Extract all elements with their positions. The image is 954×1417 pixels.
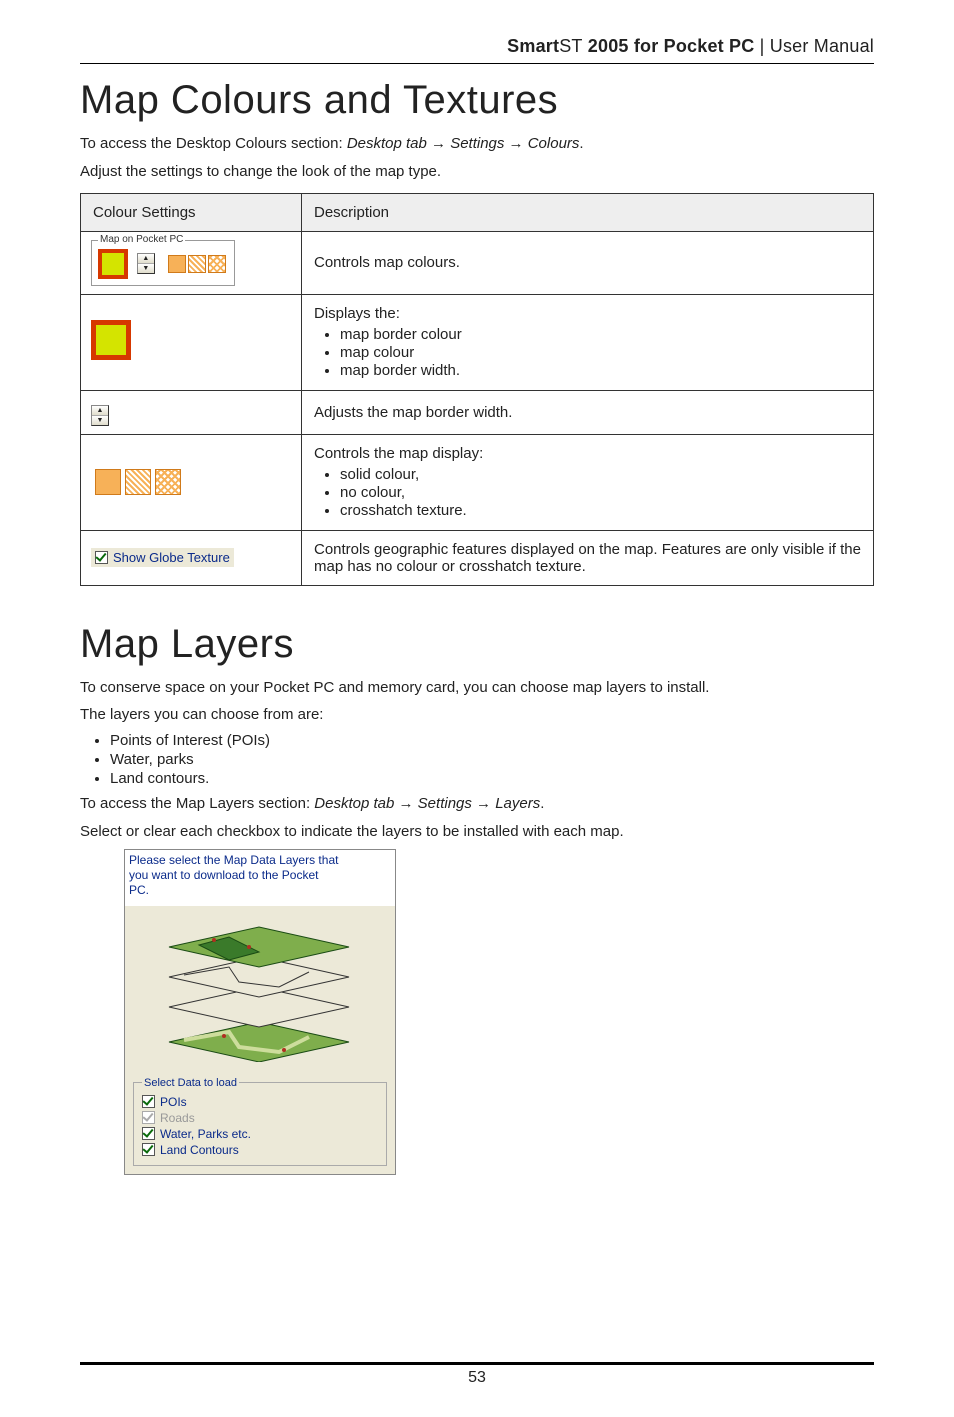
intro-prefix: To access the <box>80 135 176 152</box>
header-sep: | <box>754 36 769 56</box>
access-prefix: To access the <box>80 795 176 812</box>
row4-line: Controls the map display: <box>314 445 483 462</box>
product-name: 2005 for Pocket PC <box>583 36 755 56</box>
row3-desc: Adjusts the map border width. <box>302 390 874 434</box>
layers-b2: Water, parks <box>110 751 874 768</box>
colour-swatch-icon[interactable] <box>91 320 131 360</box>
running-header: SmartST 2005 for Pocket PC | User Manual <box>80 36 874 64</box>
table-row: Show Globe Texture Controls geographic f… <box>81 530 874 585</box>
row2-b2: map colour <box>340 344 861 361</box>
layers-p1: To conserve space on your Pocket PC and … <box>80 677 874 699</box>
opt-label: Land Contours <box>160 1143 239 1157</box>
page-footer: 53 <box>80 1362 874 1387</box>
layers-access: To access the Map Layers section: Deskto… <box>80 793 874 815</box>
opt-label: POIs <box>160 1095 187 1109</box>
heading-map-colours: Map Colours and Textures <box>80 78 874 123</box>
access-mid: section: <box>254 795 314 812</box>
row2-b1: map border colour <box>340 326 861 343</box>
pattern-solid-icon[interactable] <box>95 469 121 495</box>
opt-roads: Roads <box>142 1111 378 1125</box>
stacked-layers-icon <box>129 912 389 1062</box>
row4-b1: solid colour, <box>340 466 861 483</box>
table-row: Displays the: map border colour map colo… <box>81 294 874 390</box>
access-path: Desktop tab → Settings → Layers <box>314 795 540 812</box>
pattern-solid-icon[interactable] <box>168 255 186 273</box>
show-globe-texture-checkbox[interactable]: Show Globe Texture <box>91 548 234 567</box>
spinner-down-icon[interactable]: ▼ <box>138 264 154 273</box>
brand-thin: ST <box>559 36 582 56</box>
layers-b3: Land contours. <box>110 770 874 787</box>
fieldset-legend: Select Data to load <box>142 1077 239 1089</box>
spinner-down-icon[interactable]: ▼ <box>92 416 108 425</box>
row4-b2: no colour, <box>340 484 861 501</box>
intro-path: Desktop tab → Settings → Colours <box>347 135 580 152</box>
checkbox-icon <box>142 1111 155 1124</box>
intro-line-1: To access the Desktop Colours section: D… <box>80 133 874 155</box>
layers-p2: The layers you can choose from are: <box>80 704 874 726</box>
opt-water-parks[interactable]: Water, Parks etc. <box>142 1127 378 1141</box>
checkbox-icon[interactable] <box>142 1095 155 1108</box>
spinner-up-icon[interactable]: ▲ <box>92 406 108 416</box>
map-layers-panel: Please select the Map Data Layers that y… <box>124 849 396 1175</box>
row4-b3: crosshatch texture. <box>340 502 861 519</box>
spinner-up-icon[interactable]: ▲ <box>138 254 154 264</box>
access-suffix: . <box>540 795 544 812</box>
th-settings: Colour Settings <box>81 193 302 231</box>
layers-b1: Points of Interest (POIs) <box>110 732 874 749</box>
layers-instruction: Please select the Map Data Layers that y… <box>125 850 395 906</box>
pattern-hatch-icon[interactable] <box>188 255 206 273</box>
table-row: ▲ ▼ Adjusts the map border width. <box>81 390 874 434</box>
pattern-selector[interactable] <box>168 255 228 273</box>
page-number: 53 <box>80 1369 874 1387</box>
intro-bold: Desktop Colours <box>176 135 287 152</box>
th-description: Description <box>302 193 874 231</box>
map-on-pocket-pc-group: Map on Pocket PC ▲ ▼ <box>91 240 235 286</box>
colour-swatch-icon[interactable] <box>98 249 128 279</box>
intro-suffix: . <box>579 135 583 152</box>
border-width-spinner[interactable]: ▲ ▼ <box>91 405 109 426</box>
access-bold: Map Layers <box>176 795 254 812</box>
row5-desc: Controls geographic features displayed o… <box>302 530 874 585</box>
pattern-selector[interactable] <box>95 469 185 495</box>
table-row: Map on Pocket PC ▲ ▼ Controls map colour… <box>81 231 874 294</box>
heading-map-layers: Map Layers <box>80 622 874 667</box>
checkbox-icon[interactable] <box>142 1143 155 1156</box>
intro-mid: section: <box>287 135 347 152</box>
pattern-cross-icon[interactable] <box>155 469 181 495</box>
opt-label: Water, Parks etc. <box>160 1127 251 1141</box>
checkbox-icon[interactable] <box>95 551 108 564</box>
settings-table: Colour Settings Description Map on Pocke… <box>80 193 874 586</box>
opt-pois[interactable]: POIs <box>142 1095 378 1109</box>
layers-select: Select or clear each checkbox to indicat… <box>80 821 874 843</box>
intro-line-2: Adjust the settings to change the look o… <box>80 161 874 183</box>
row2-line: Displays the: <box>314 305 400 322</box>
opt-land-contours[interactable]: Land Contours <box>142 1143 378 1157</box>
pattern-hatch-icon[interactable] <box>125 469 151 495</box>
checkbox-icon[interactable] <box>142 1127 155 1140</box>
doc-type: User Manual <box>770 36 874 56</box>
row2-b3: map border width. <box>340 362 861 379</box>
pattern-cross-icon[interactable] <box>208 255 226 273</box>
border-width-spinner[interactable]: ▲ ▼ <box>137 253 155 274</box>
checkbox-label: Show Globe Texture <box>113 550 230 565</box>
select-data-fieldset: Select Data to load POIs Roads Water, Pa… <box>133 1077 387 1166</box>
opt-label: Roads <box>160 1111 195 1125</box>
table-row: Controls the map display: solid colour, … <box>81 434 874 530</box>
layers-illustration <box>125 906 395 1073</box>
row1-desc: Controls map colours. <box>302 231 874 294</box>
group-legend: Map on Pocket PC <box>98 234 185 245</box>
brand-bold: Smart <box>507 36 559 56</box>
